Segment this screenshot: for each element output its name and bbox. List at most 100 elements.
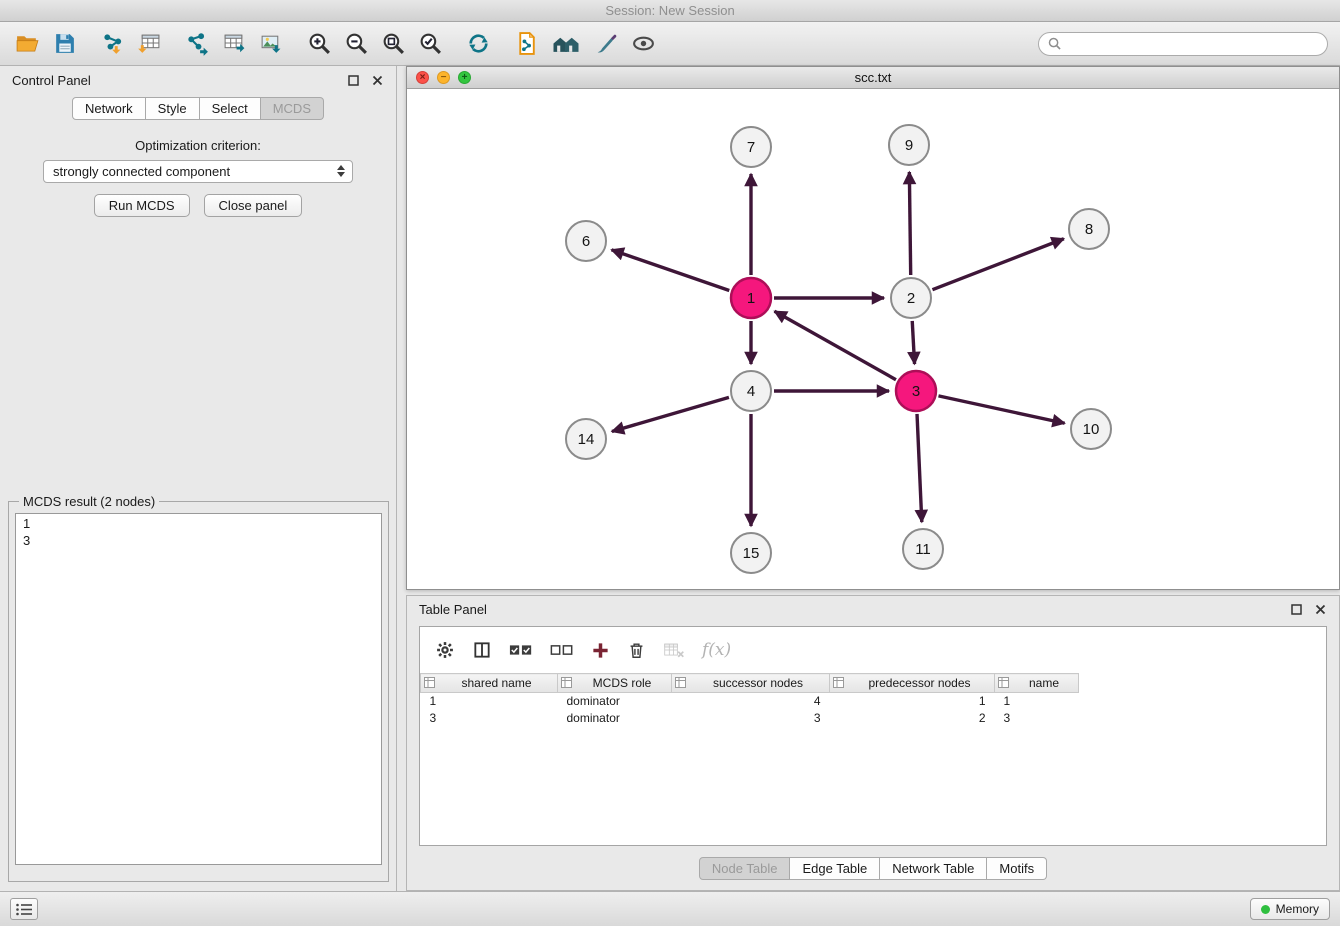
graph-node-6[interactable]: 6: [566, 221, 606, 261]
close-panel-icon[interactable]: [371, 74, 384, 87]
select-all-button[interactable]: [509, 643, 533, 657]
tab-edge-table[interactable]: Edge Table: [790, 857, 880, 880]
zoom-out-button[interactable]: [341, 29, 371, 59]
task-history-button[interactable]: [10, 898, 38, 920]
graph-edge-1-6[interactable]: [612, 250, 730, 291]
function-builder-button[interactable]: f(x): [702, 640, 731, 660]
tab-node-table[interactable]: Node Table: [699, 857, 791, 880]
tab-motifs[interactable]: Motifs: [987, 857, 1047, 880]
float-table-panel-icon[interactable]: [1290, 603, 1303, 616]
graph-node-15[interactable]: 15: [731, 533, 771, 573]
import-network-button[interactable]: [97, 29, 127, 59]
refresh-icon: [466, 31, 491, 56]
add-row-button[interactable]: [591, 641, 610, 660]
home-view-button[interactable]: [548, 29, 584, 59]
mcds-result-list[interactable]: 13: [15, 513, 382, 865]
column-icon: [998, 677, 1009, 688]
network-view-window: × − + scc.txt 7 9 6 8 1 2 4 3 14 10 15 11: [406, 66, 1340, 590]
delete-table-button[interactable]: [663, 641, 685, 659]
delete-row-button[interactable]: [627, 641, 646, 660]
search-input[interactable]: [1066, 36, 1318, 51]
open-session-button[interactable]: [12, 29, 42, 59]
clone-network-button[interactable]: [511, 29, 541, 59]
result-item[interactable]: 3: [23, 532, 374, 549]
tab-network[interactable]: Network: [72, 97, 146, 120]
select-all-icon: [509, 643, 533, 657]
refresh-view-button[interactable]: [463, 29, 493, 59]
apply-style-button[interactable]: [591, 29, 621, 59]
tab-style[interactable]: Style: [146, 97, 200, 120]
node-table: shared nameMCDS rolesuccessor nodesprede…: [420, 673, 1079, 727]
close-panel-button[interactable]: Close panel: [204, 194, 303, 217]
result-item[interactable]: 1: [23, 515, 374, 532]
zoom-window-icon[interactable]: +: [458, 71, 471, 84]
column-header-predecessor-nodes[interactable]: predecessor nodes: [830, 674, 995, 693]
graph-edge-2-3[interactable]: [912, 321, 914, 364]
tab-network-table[interactable]: Network Table: [880, 857, 987, 880]
svg-text:15: 15: [743, 545, 760, 562]
column-header-mcds-role[interactable]: MCDS role: [558, 674, 672, 693]
graph-node-3[interactable]: 3: [896, 371, 936, 411]
graph-edge-3-10[interactable]: [938, 396, 1064, 423]
graph-node-4[interactable]: 4: [731, 371, 771, 411]
unselect-all-button[interactable]: [550, 643, 574, 657]
table-cell[interactable]: 3: [995, 710, 1079, 727]
export-network-button[interactable]: [182, 29, 212, 59]
graph-edge-2-8[interactable]: [932, 239, 1063, 290]
column-header-successor-nodes[interactable]: successor nodes: [672, 674, 830, 693]
svg-text:14: 14: [578, 431, 595, 448]
optimization-select[interactable]: strongly connected component: [43, 160, 353, 183]
show-hide-details-button[interactable]: [628, 29, 658, 59]
graph-node-8[interactable]: 8: [1069, 209, 1109, 249]
graph-node-9[interactable]: 9: [889, 125, 929, 165]
table-cell[interactable]: dominator: [558, 693, 672, 710]
graph-node-14[interactable]: 14: [566, 419, 606, 459]
memory-button[interactable]: Memory: [1250, 898, 1330, 920]
network-window-titlebar[interactable]: × − + scc.txt: [407, 67, 1339, 89]
table-settings-button[interactable]: [435, 640, 455, 660]
graph-node-2[interactable]: 2: [891, 278, 931, 318]
tab-select[interactable]: Select: [200, 97, 261, 120]
table-cell[interactable]: 4: [672, 693, 830, 710]
table-cell[interactable]: 3: [421, 710, 558, 727]
graph-node-7[interactable]: 7: [731, 127, 771, 167]
column-header-shared-name[interactable]: shared name: [421, 674, 558, 693]
table-cell[interactable]: 3: [672, 710, 830, 727]
tab-mcds[interactable]: MCDS: [261, 97, 324, 120]
import-table-button[interactable]: [134, 29, 164, 59]
zoom-in-button[interactable]: [304, 29, 334, 59]
export-table-button[interactable]: [219, 29, 249, 59]
import-table-icon: [137, 31, 162, 56]
table-cell[interactable]: 1: [995, 693, 1079, 710]
zoom-fit-button[interactable]: [378, 29, 408, 59]
graph-edge-3-1[interactable]: [775, 311, 896, 379]
list-icon: [16, 903, 33, 916]
close-window-icon[interactable]: ×: [416, 71, 429, 84]
table-row[interactable]: 1dominator411: [421, 693, 1079, 710]
column-header-name[interactable]: name: [995, 674, 1079, 693]
run-mcds-button[interactable]: Run MCDS: [94, 194, 190, 217]
style-brush-icon: [594, 31, 619, 56]
minimize-window-icon[interactable]: −: [437, 71, 450, 84]
search-box[interactable]: [1038, 32, 1328, 56]
table-row[interactable]: 3dominator323: [421, 710, 1079, 727]
show-columns-button[interactable]: [472, 640, 492, 660]
network-graph[interactable]: 7 9 6 8 1 2 4 3 14 10 15 11: [407, 89, 1339, 590]
save-session-button[interactable]: [49, 29, 79, 59]
table-cell[interactable]: 1: [421, 693, 558, 710]
graph-edge-2-9[interactable]: [909, 172, 910, 275]
graph-edge-3-11[interactable]: [917, 414, 922, 522]
import-network-icon: [100, 31, 125, 56]
export-image-button[interactable]: [256, 29, 286, 59]
float-panel-icon[interactable]: [347, 74, 360, 87]
svg-text:3: 3: [912, 383, 920, 400]
table-cell[interactable]: 1: [830, 693, 995, 710]
zoom-selected-button[interactable]: [415, 29, 445, 59]
graph-node-10[interactable]: 10: [1071, 409, 1111, 449]
graph-node-1[interactable]: 1: [731, 278, 771, 318]
graph-node-11[interactable]: 11: [903, 529, 943, 569]
close-table-panel-icon[interactable]: [1314, 603, 1327, 616]
table-cell[interactable]: dominator: [558, 710, 672, 727]
graph-edge-4-14[interactable]: [612, 397, 729, 431]
table-cell[interactable]: 2: [830, 710, 995, 727]
